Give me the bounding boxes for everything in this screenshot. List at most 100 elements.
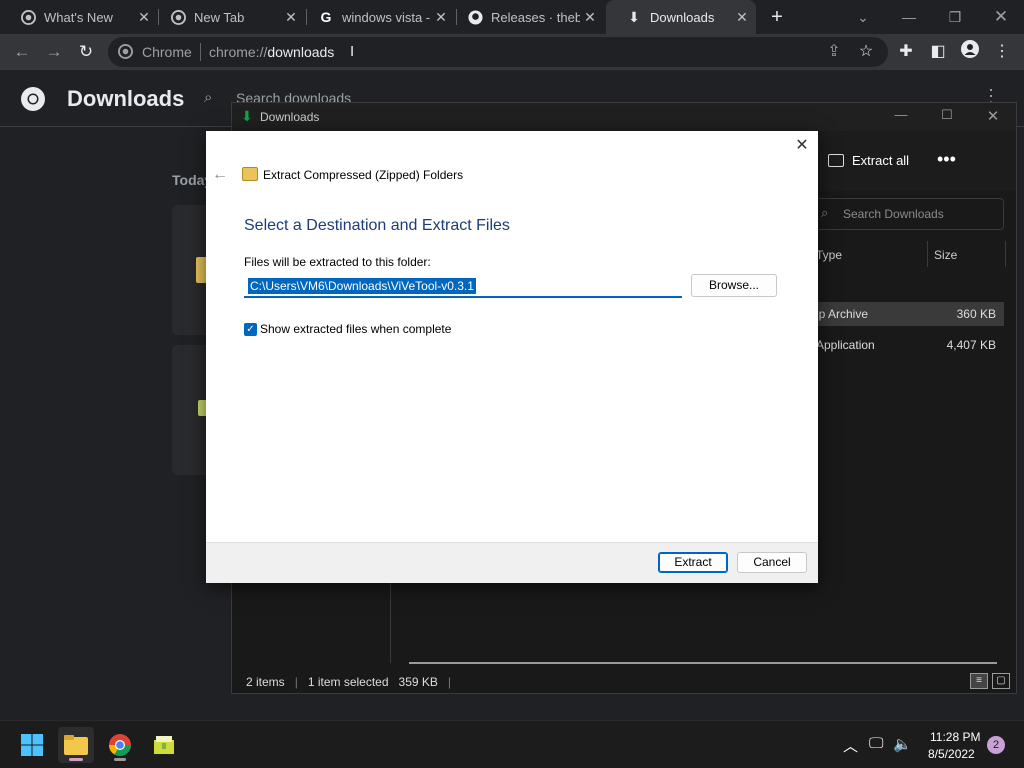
download-icon: ⬇ [241, 108, 253, 124]
page-title: Downloads [67, 86, 185, 111]
file-type: Application [816, 338, 875, 352]
notification-badge[interactable]: 2 [987, 736, 1005, 754]
tab-windows-vista[interactable]: G windows vista - ✕ [298, 0, 455, 34]
new-tab-button[interactable]: + [766, 6, 788, 28]
forward-icon[interactable]: → [42, 40, 66, 64]
chrome-icon [20, 9, 36, 25]
profile-avatar-icon[interactable] [958, 40, 982, 64]
back-icon[interactable]: ← [10, 40, 34, 64]
tab-title: windows vista - [342, 9, 431, 25]
taskbar: ︿ 🖵 🔈 11:28 PM 8/5/2022 2 [0, 720, 1024, 768]
file-size: 360 KB [956, 307, 996, 321]
browse-button[interactable]: Browse... [691, 274, 777, 297]
tab-releases[interactable]: Releases · thebo ✕ [447, 0, 604, 34]
horizontal-scrollbar[interactable] [409, 662, 997, 664]
github-icon [467, 9, 483, 25]
extract-dialog: ✕ ← Extract Compressed (Zipped) Folders … [206, 131, 818, 583]
column-header-type[interactable]: Type [816, 248, 842, 262]
chevron-up-icon[interactable]: ︿ [843, 735, 858, 756]
google-icon: G [320, 9, 332, 25]
tab-title: Downloads [650, 9, 715, 25]
extract-all-button[interactable]: Extract all [828, 153, 909, 168]
tab-downloads[interactable]: ⬇ Downloads ✕ [606, 0, 756, 34]
extract-all-label: Extract all [852, 153, 910, 168]
bookmark-star-icon[interactable]: ☆ [854, 40, 878, 64]
status-bar: 2 items | 1 item selected 359 KB | [246, 675, 451, 689]
active-indicator [69, 758, 83, 761]
show-files-label[interactable]: Show extracted files when complete [260, 322, 451, 336]
start-button[interactable] [14, 727, 50, 763]
url-host: downloads [267, 44, 335, 60]
share-icon[interactable]: ⇪ [822, 40, 846, 64]
extract-button[interactable]: Extract [658, 552, 728, 573]
status-divider: | [294, 675, 298, 689]
selection-size: 359 KB [398, 675, 438, 689]
extract-folder-icon [828, 154, 844, 167]
search-placeholder: Search Downloads [843, 207, 944, 221]
tab-search-icon[interactable]: ⌄ [850, 4, 876, 30]
maximize-icon[interactable]: ☐ [932, 107, 962, 123]
chrome-icon [118, 44, 133, 64]
text-cursor-icon: I [350, 43, 355, 60]
cancel-button[interactable]: Cancel [737, 552, 807, 573]
restore-icon[interactable]: ❐ [942, 4, 968, 30]
file-type: ip Archive [816, 307, 869, 321]
tab-whats-new[interactable]: What's New ✕ [0, 0, 158, 34]
destination-path-value: C:\Users\VM6\Downloads\ViVeTool-v0.3.1 [248, 278, 476, 294]
tiles-view-icon[interactable]: ▢ [992, 673, 1010, 689]
running-indicator [114, 758, 126, 761]
selection-count: 1 item selected [307, 675, 389, 689]
explorer-search-input[interactable]: ⌕ Search Downloads [812, 198, 1004, 230]
close-icon[interactable]: ✕ [978, 107, 1008, 125]
dialog-heading: Select a Destination and Extract Files [244, 217, 510, 234]
tab-strip: What's New ✕ New Tab ✕ G windows vista -… [0, 0, 1024, 34]
column-divider[interactable] [927, 241, 928, 267]
address-bar[interactable]: Chrome chrome://downloads I [108, 37, 888, 67]
destination-path-input[interactable]: C:\Users\VM6\Downloads\ViVeTool-v0.3.1 [244, 275, 682, 298]
menu-kebab-icon[interactable]: ⋮ [990, 40, 1014, 64]
taskbar-chrome[interactable] [102, 727, 138, 763]
url-prefix: chrome:// [209, 44, 268, 60]
side-panel-icon[interactable]: ◧ [926, 40, 950, 64]
file-row[interactable]: ip Archive 360 KB [808, 302, 1004, 326]
file-size: 4,407 KB [946, 338, 996, 352]
tab-new-tab[interactable]: New Tab ✕ [150, 0, 305, 34]
zip-folder-icon [242, 167, 258, 181]
details-view-icon[interactable]: ≡ [970, 673, 988, 689]
back-arrow-icon[interactable]: ← [212, 166, 228, 184]
item-count: 2 items [246, 675, 285, 689]
browser-toolbar: ← → ↻ Chrome chrome://downloads I ⇪ ☆ ✚ … [0, 34, 1024, 70]
column-header-size[interactable]: Size [934, 248, 957, 262]
extensions-icon[interactable]: ✚ [894, 40, 918, 64]
more-options-icon[interactable]: ••• [937, 149, 956, 170]
show-files-checkbox[interactable]: ✓ [244, 323, 257, 336]
clock-date[interactable]: 8/5/2022 [928, 747, 975, 761]
search-icon[interactable]: ⌕ [204, 89, 212, 106]
network-icon[interactable]: 🖵 [869, 735, 883, 752]
site-label: Chrome [142, 44, 192, 60]
close-window-icon[interactable]: ✕ [988, 4, 1014, 30]
navigation-pane-divider[interactable] [390, 581, 391, 663]
taskbar-app[interactable] [146, 727, 182, 763]
chrome-icon [109, 734, 131, 756]
folder-icon [64, 735, 88, 755]
column-divider[interactable] [1005, 241, 1006, 267]
search-icon: ⌕ [821, 205, 829, 220]
close-icon[interactable]: ✕ [732, 9, 752, 26]
app-package-icon [154, 736, 174, 754]
chrome-icon [170, 9, 186, 25]
status-divider: | [447, 675, 452, 689]
reload-icon[interactable]: ↻ [74, 40, 98, 64]
download-icon: ⬇ [628, 8, 640, 25]
minimize-icon[interactable]: — [896, 4, 922, 30]
explorer-titlebar: ⬇ Downloads — ☐ ✕ [232, 103, 1016, 131]
volume-icon[interactable]: 🔈 [893, 735, 912, 753]
close-icon[interactable]: ✕ [792, 136, 812, 156]
close-icon[interactable]: ✕ [580, 9, 600, 26]
file-row[interactable]: Application 4,407 KB [808, 333, 1004, 357]
clock-time[interactable]: 11:28 PM [930, 730, 980, 744]
tab-title: New Tab [194, 9, 245, 25]
taskbar-file-explorer[interactable] [58, 727, 94, 763]
dialog-footer: Extract Cancel [206, 542, 818, 583]
minimize-icon[interactable]: — [886, 107, 916, 122]
